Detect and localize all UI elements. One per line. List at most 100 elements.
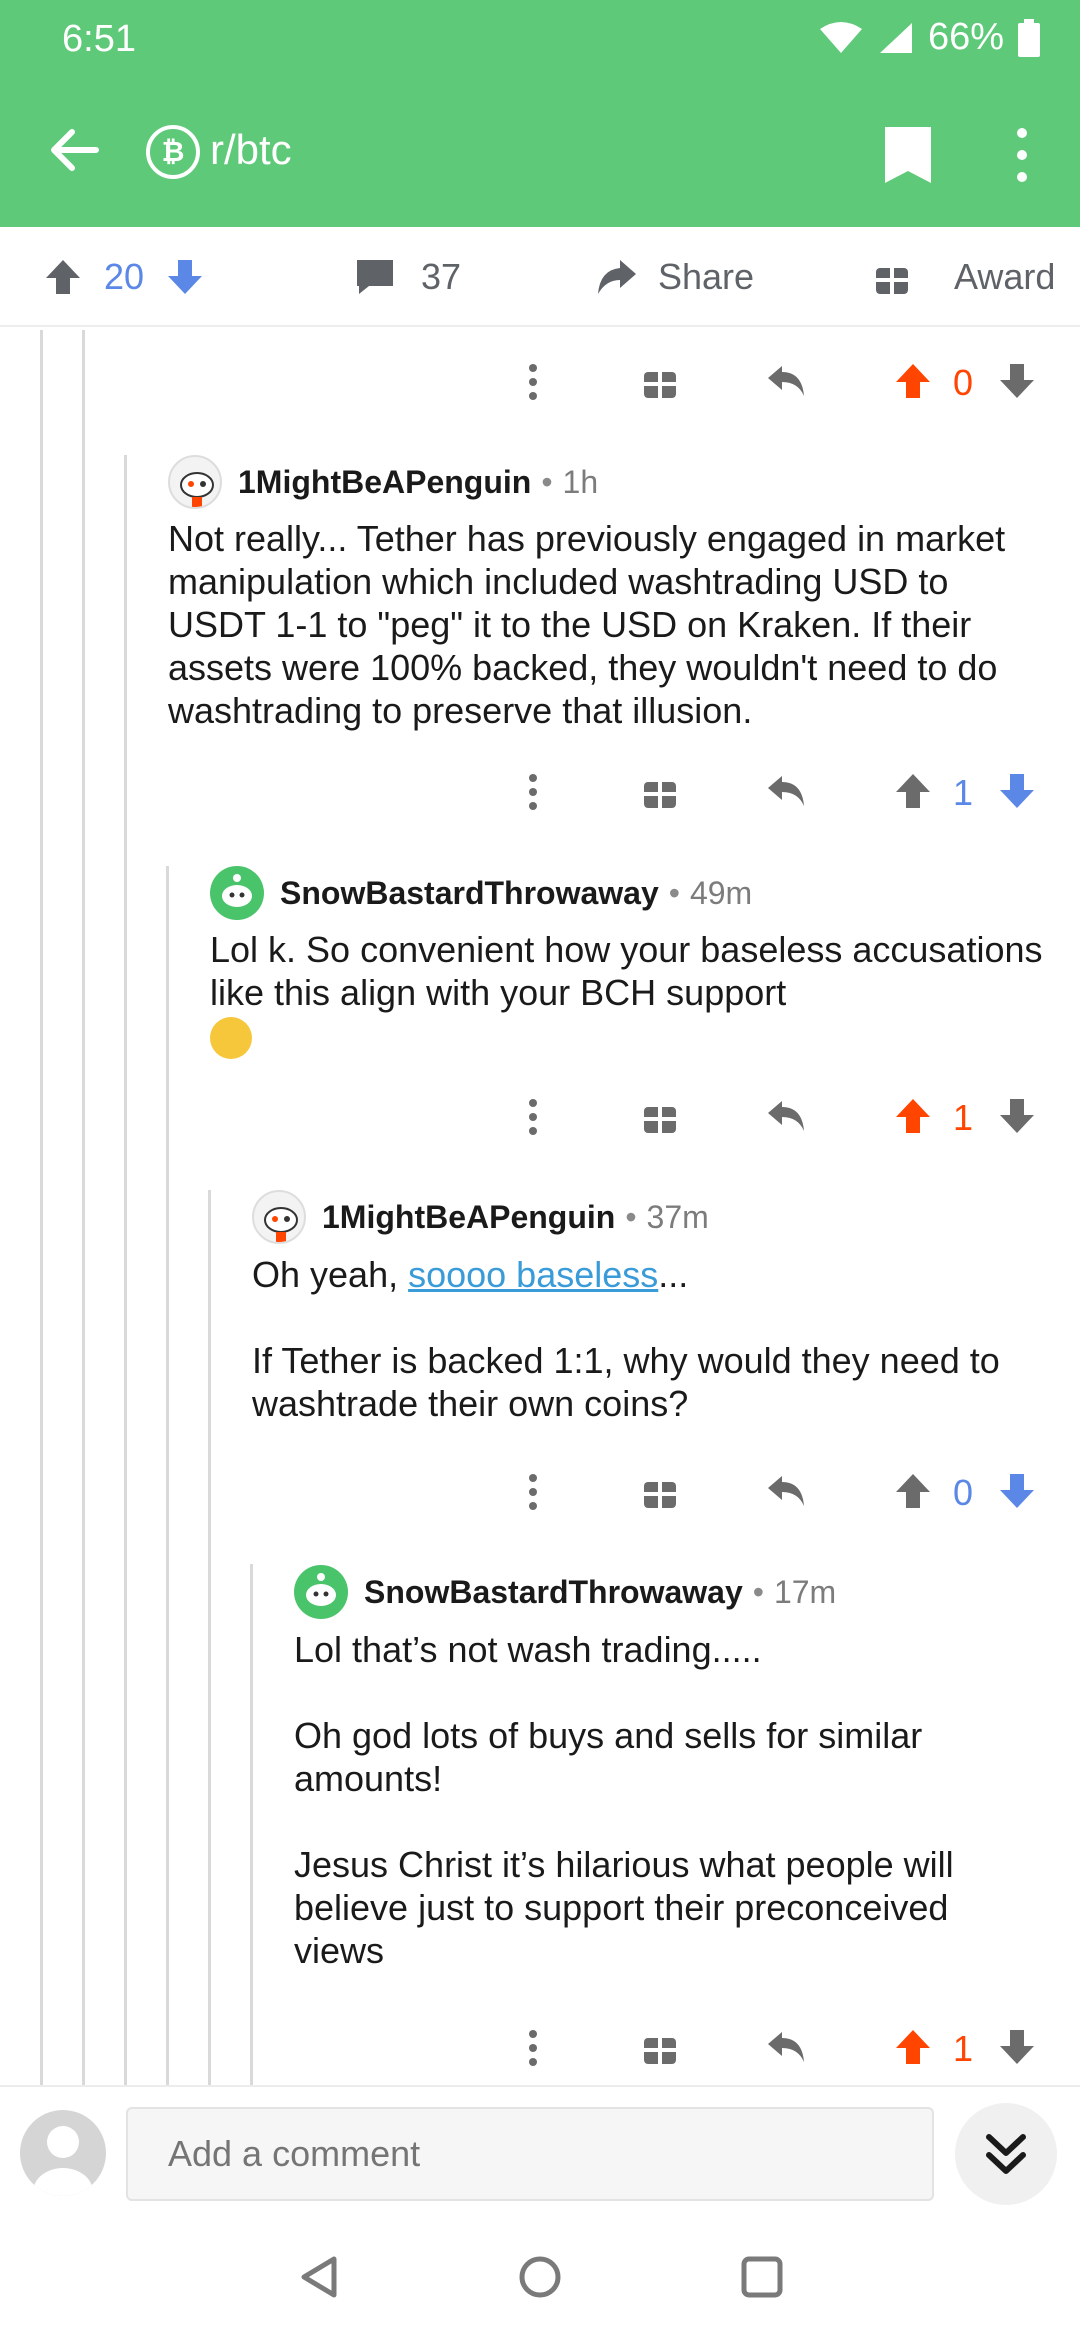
battery-icon	[1018, 18, 1040, 57]
status-time: 6:51	[62, 18, 136, 60]
comment-paragraph: Lol k. So convenient how your baseless a…	[210, 929, 1043, 1013]
comments-button[interactable]: 37	[355, 227, 461, 327]
comment-body: Lol that’s not wash trading..... Oh god …	[294, 1628, 1014, 1972]
gift-icon	[876, 264, 908, 294]
separator-dot: •	[625, 1198, 637, 1235]
reply-arrow-icon[interactable]	[766, 364, 806, 398]
downvote-arrow-icon[interactable]	[998, 772, 1036, 810]
gift-icon[interactable]	[642, 1097, 678, 1135]
upvote-arrow-icon[interactable]	[894, 772, 932, 810]
overflow-menu-icon[interactable]	[1005, 125, 1039, 185]
separator-dot: •	[752, 1573, 764, 1610]
comment-author[interactable]: 1MightBeAPenguin	[238, 464, 531, 501]
comment-paragraph: Oh god lots of buys and sells for simila…	[294, 1715, 923, 1799]
comment-score: 1	[953, 1097, 974, 1138]
comment-text: Oh yeah,	[252, 1254, 409, 1295]
comment-body: Lol k. So convenient how your baseless a…	[210, 928, 1050, 1060]
avatar[interactable]	[252, 1190, 306, 1244]
user-avatar[interactable]	[20, 2110, 106, 2196]
next-comment-button[interactable]	[955, 2103, 1057, 2205]
comment-input[interactable]	[126, 2107, 934, 2201]
battery-percent: 66%	[927, 16, 1004, 58]
downvote-arrow-icon[interactable]	[998, 1472, 1036, 1510]
gift-icon[interactable]	[642, 362, 678, 400]
wifi-icon	[819, 21, 862, 53]
status-icons: 66%	[818, 16, 1040, 59]
avatar[interactable]	[210, 866, 264, 920]
gift-icon[interactable]	[642, 772, 678, 810]
reply-arrow-icon[interactable]	[766, 1474, 806, 1508]
gift-icon[interactable]	[642, 2028, 678, 2066]
cellular-signal-icon	[879, 22, 912, 53]
nav-home-icon[interactable]	[518, 2255, 562, 2299]
reply-arrow-icon[interactable]	[766, 774, 806, 808]
thread-line-depth-6	[250, 1564, 253, 2085]
reply-arrow-icon[interactable]	[766, 1099, 806, 1133]
comment-score: 0	[953, 362, 974, 403]
upvote-arrow-icon[interactable]	[894, 1097, 932, 1135]
double-chevron-down-icon	[986, 2134, 1026, 2174]
comment-header: 1MightBeAPenguin • 37m	[252, 1190, 709, 1244]
comment-paragraph: Oh yeah, soooo baseless...	[252, 1253, 1052, 1296]
comment-paragraph: If Tether is backed 1:1, why would they …	[252, 1340, 1000, 1424]
comment-more-icon[interactable]	[518, 2028, 548, 2068]
reply-arrow-icon[interactable]	[766, 2030, 806, 2064]
downvote-arrow-icon[interactable]	[998, 362, 1036, 400]
upvote-arrow-icon[interactable]	[894, 2028, 932, 2066]
bookmark-icon[interactable]	[885, 127, 931, 183]
nav-back-icon[interactable]	[298, 2255, 340, 2299]
thread-line-depth-5	[208, 1190, 211, 2085]
post-score: 20	[104, 256, 145, 297]
comment-age: 1h	[562, 463, 599, 500]
thread-line-depth-4	[166, 866, 169, 2085]
gift-icon[interactable]	[642, 1472, 678, 1510]
comment-age: 37m	[646, 1198, 709, 1235]
upvote-arrow-icon[interactable]	[894, 1472, 932, 1510]
app-bar: 6:51 66% ₿ r/btc	[0, 0, 1080, 227]
comment-author[interactable]: 1MightBeAPenguin	[322, 1199, 615, 1236]
comment-score: 0	[953, 1472, 974, 1513]
back-arrow-icon[interactable]	[44, 120, 104, 180]
comment-paragraph: Jesus Christ it’s hilarious what people …	[294, 1844, 954, 1971]
bitcoin-cash-icon: ₿	[146, 125, 200, 179]
comment-text: ...	[658, 1254, 689, 1295]
comment-more-icon[interactable]	[518, 362, 548, 402]
comment-more-icon[interactable]	[518, 1097, 548, 1137]
comment-count: 37	[421, 256, 462, 297]
comment-header: 1MightBeAPenguin • 1h	[168, 455, 598, 509]
downvote-arrow-icon[interactable]	[998, 1097, 1036, 1135]
comment-author[interactable]: SnowBastardThrowaway	[280, 875, 659, 912]
post-vote-group: 20	[44, 227, 204, 327]
comment-paragraph: Lol that’s not wash trading.....	[294, 1629, 762, 1670]
comment-body: Oh yeah, soooo baseless... If Tether is …	[252, 1253, 1052, 1425]
comment-paragraph: Not really... Tether has previously enga…	[168, 518, 1006, 731]
downvote-arrow-icon[interactable]	[166, 258, 204, 296]
avatar[interactable]	[294, 1565, 348, 1619]
comment-age: 49m	[689, 874, 753, 911]
nav-recents-icon[interactable]	[740, 2255, 784, 2299]
thread-line-depth-3	[124, 455, 127, 2085]
comment-score: 1	[953, 772, 974, 813]
comment-header: SnowBastardThrowaway • 49m	[210, 866, 752, 920]
thread-line-depth-2	[82, 330, 85, 2085]
comment-header: SnowBastardThrowaway • 17m	[294, 1565, 836, 1619]
comment-author[interactable]: SnowBastardThrowaway	[364, 1574, 743, 1611]
share-button[interactable]: Share	[596, 227, 754, 327]
subreddit-title[interactable]: r/btc	[210, 126, 292, 174]
comment-more-icon[interactable]	[518, 1472, 548, 1512]
avatar[interactable]	[168, 455, 222, 509]
separator-dot: •	[541, 463, 553, 500]
share-arrow-icon	[598, 260, 636, 294]
comment-more-icon[interactable]	[518, 772, 548, 812]
comment-link[interactable]: soooo baseless	[408, 1254, 658, 1295]
comment-bubble-icon	[357, 260, 393, 294]
comment-composer	[0, 2085, 1080, 2215]
comment-age: 17m	[773, 1573, 837, 1610]
post-action-bar: 20 37 Share Award	[0, 227, 1080, 327]
upvote-arrow-icon[interactable]	[894, 362, 932, 400]
award-button[interactable]: Award	[874, 227, 1055, 327]
separator-dot: •	[668, 874, 680, 911]
share-label: Share	[658, 256, 755, 297]
upvote-arrow-icon[interactable]	[44, 258, 82, 296]
downvote-arrow-icon[interactable]	[998, 2028, 1036, 2066]
